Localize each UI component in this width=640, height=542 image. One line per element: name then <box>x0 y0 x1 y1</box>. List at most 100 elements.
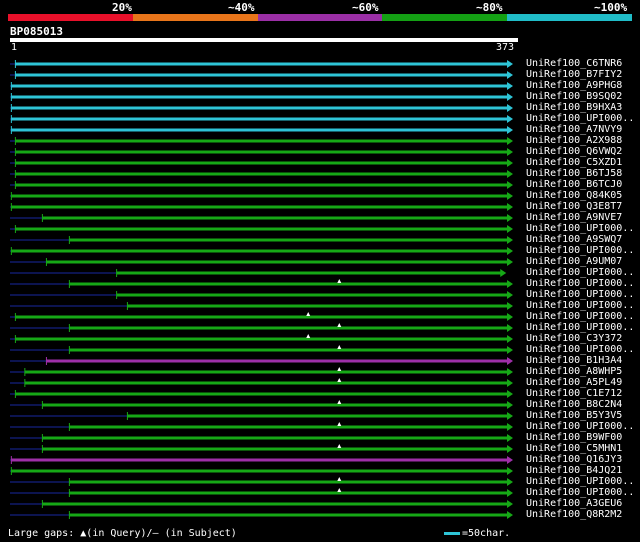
hit-row[interactable] <box>10 192 513 200</box>
hit-label[interactable]: UniRef100_A7NVY9 <box>526 124 622 135</box>
hit-row[interactable] <box>10 104 513 112</box>
hit-label[interactable]: UniRef100_UPI000.. <box>526 487 634 498</box>
hit-label[interactable]: UniRef100_UPI000.. <box>526 289 634 300</box>
hit-arrow-icon <box>507 214 513 222</box>
hit-row[interactable] <box>10 60 513 68</box>
hit-row[interactable] <box>10 291 513 299</box>
hit-label[interactable]: UniRef100_UPI000.. <box>526 322 634 333</box>
hit-label[interactable]: UniRef100_UPI000.. <box>526 113 634 124</box>
hit-label[interactable]: UniRef100_UPI000.. <box>526 421 634 432</box>
hit-row[interactable] <box>10 477 513 486</box>
hit-label[interactable]: UniRef100_B4JQ21 <box>526 465 622 476</box>
hit-row[interactable] <box>10 159 513 167</box>
hit-row[interactable] <box>10 467 513 475</box>
hit-row[interactable] <box>10 115 513 123</box>
hit-row[interactable] <box>10 456 513 464</box>
hit-arrow-icon <box>507 280 513 288</box>
hit-row[interactable] <box>10 412 513 420</box>
hit-row[interactable] <box>10 488 513 497</box>
hit-label[interactable]: UniRef100_C3Y372 <box>526 333 622 344</box>
hit-label[interactable]: UniRef100_B9WF00 <box>526 432 622 443</box>
hit-row[interactable] <box>10 434 513 442</box>
hit-label[interactable]: UniRef100_A8WHP5 <box>526 366 622 377</box>
hit-label[interactable]: UniRef100_A5PL49 <box>526 377 622 388</box>
hit-arrow-icon <box>507 225 513 233</box>
hit-row[interactable] <box>10 444 513 453</box>
hit-row[interactable] <box>10 302 513 310</box>
hit-row[interactable] <box>10 203 513 211</box>
hit-row[interactable] <box>10 400 513 409</box>
hit-row[interactable] <box>10 137 513 145</box>
hit-arrow-icon <box>507 148 513 156</box>
hit-row[interactable] <box>10 357 513 365</box>
hit-label[interactable]: UniRef100_UPI000.. <box>526 476 634 487</box>
hit-row[interactable] <box>10 82 513 90</box>
hit-row[interactable] <box>10 334 513 343</box>
hit-label[interactable]: UniRef100_UPI000.. <box>526 267 634 278</box>
hit-label[interactable]: UniRef100_A3GEU6 <box>526 498 622 509</box>
hit-label[interactable]: UniRef100_B9HXA3 <box>526 102 622 113</box>
hit-row[interactable] <box>10 312 513 321</box>
hit-row[interactable] <box>10 367 513 376</box>
query-gap-marker-icon <box>306 312 311 316</box>
hit-label[interactable]: UniRef100_C5XZD1 <box>526 157 622 168</box>
hit-arrow-icon <box>500 269 507 277</box>
hit-label[interactable]: UniRef100_A9UM07 <box>526 256 622 267</box>
hit-label[interactable]: UniRef100_B8C2N4 <box>526 399 622 410</box>
hit-label[interactable]: UniRef100_UPI000.. <box>526 278 634 289</box>
hit-label[interactable]: UniRef100_UPI000.. <box>526 223 634 234</box>
hit-label[interactable]: UniRef100_C5MHN1 <box>526 443 622 454</box>
hit-label[interactable]: UniRef100_Q16JY3 <box>526 454 622 465</box>
hit-label[interactable]: UniRef100_Q8R2M2 <box>526 509 622 520</box>
hit-row[interactable] <box>10 247 513 255</box>
hit-row[interactable] <box>10 181 513 189</box>
hit-label[interactable]: UniRef100_A9NVE7 <box>526 212 622 223</box>
hit-label[interactable]: UniRef100_C1E712 <box>526 388 622 399</box>
hit-row[interactable] <box>10 225 513 233</box>
hit-label[interactable]: UniRef100_UPI000.. <box>526 311 634 322</box>
hit-label[interactable]: UniRef100_UPI000.. <box>526 245 634 256</box>
hit-row[interactable] <box>10 93 513 101</box>
hit-arrow-icon <box>507 412 513 420</box>
hit-row[interactable] <box>10 378 513 387</box>
hit-arrow-icon <box>507 445 513 453</box>
hit-row[interactable] <box>10 269 507 277</box>
hit-row[interactable] <box>10 126 513 134</box>
hit-label[interactable]: UniRef100_Q6VWQ2 <box>526 146 622 157</box>
query-gap-marker-icon <box>337 444 342 448</box>
hit-arrow-icon <box>507 456 513 464</box>
hit-row[interactable] <box>10 279 513 288</box>
hit-label[interactable]: UniRef100_B5Y3V5 <box>526 410 622 421</box>
hit-row[interactable] <box>10 500 513 508</box>
hit-row[interactable] <box>10 390 513 398</box>
hit-row[interactable] <box>10 236 513 244</box>
hit-arrow-icon <box>507 511 513 519</box>
hit-label[interactable]: UniRef100_C6TNR6 <box>526 58 622 69</box>
hit-row[interactable] <box>10 422 513 431</box>
hit-label[interactable]: UniRef100_Q3E8T7 <box>526 201 622 212</box>
hit-label[interactable]: UniRef100_B6TCJ0 <box>526 179 622 190</box>
hit-label[interactable]: UniRef100_B6TJ58 <box>526 168 622 179</box>
hit-row[interactable] <box>10 170 513 178</box>
hit-label[interactable]: UniRef100_B9SQ02 <box>526 91 622 102</box>
hit-label[interactable]: UniRef100_A9PHG8 <box>526 80 622 91</box>
hit-label[interactable]: UniRef100_B7FIY2 <box>526 69 622 80</box>
hit-label[interactable]: UniRef100_A9SWQ7 <box>526 234 622 245</box>
hit-row[interactable] <box>10 511 513 519</box>
hit-arrow-icon <box>507 291 513 299</box>
hit-label[interactable]: UniRef100_A2X988 <box>526 135 622 146</box>
hit-row[interactable] <box>10 71 513 79</box>
query-gap-marker-icon <box>337 422 342 426</box>
hit-label[interactable]: UniRef100_UPI000.. <box>526 300 634 311</box>
hit-row[interactable] <box>10 148 513 156</box>
hit-arrow-icon <box>507 236 513 244</box>
hit-label[interactable]: UniRef100_B1H3A4 <box>526 355 622 366</box>
hit-label[interactable]: UniRef100_Q84K05 <box>526 190 622 201</box>
hit-row[interactable] <box>10 258 513 266</box>
hit-row[interactable] <box>10 323 513 332</box>
hit-arrow-icon <box>507 302 513 310</box>
hit-arrow-icon <box>507 203 513 211</box>
hit-row[interactable] <box>10 345 513 354</box>
hit-label[interactable]: UniRef100_UPI000.. <box>526 344 634 355</box>
hit-row[interactable] <box>10 214 513 222</box>
